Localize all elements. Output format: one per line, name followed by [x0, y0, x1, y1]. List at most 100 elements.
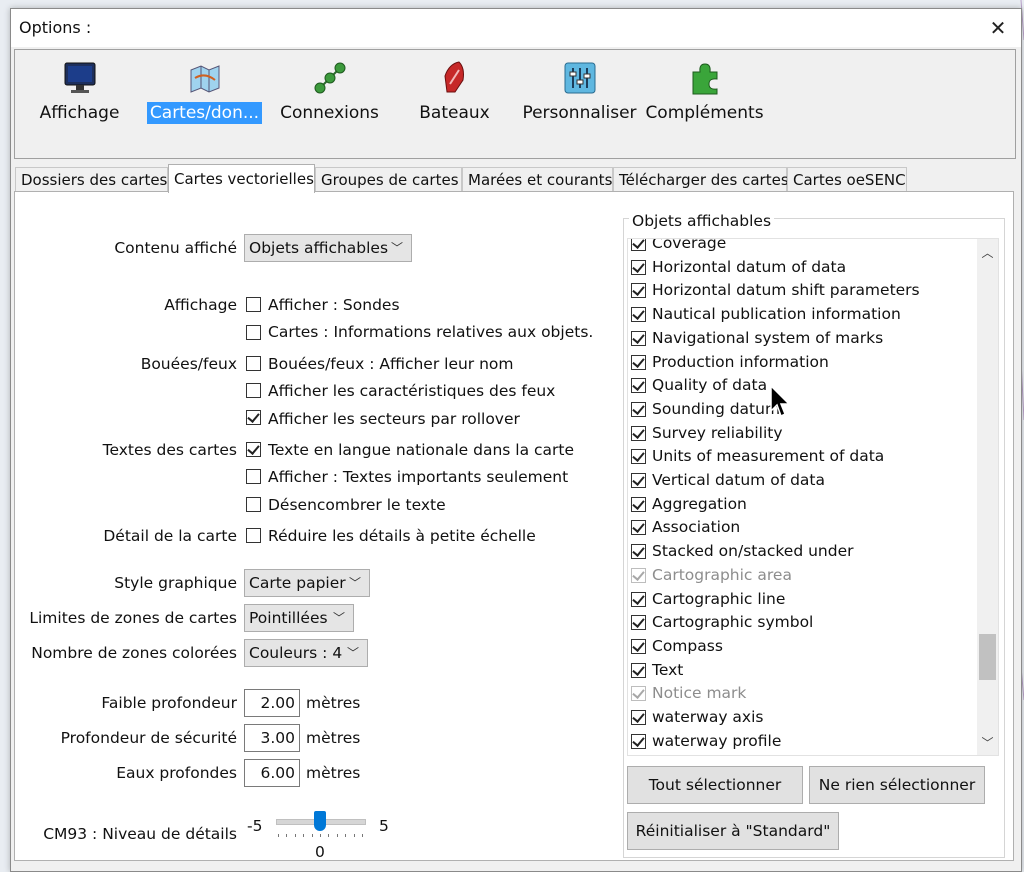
checkbox-infos-objets[interactable] — [246, 325, 261, 340]
list-item-checkbox[interactable] — [631, 401, 646, 417]
list-item-label: Quality of data — [652, 376, 768, 395]
cm93-slider-thumb[interactable] — [314, 811, 326, 831]
slider-tick — [345, 834, 347, 837]
select-all-button[interactable]: Tout sélectionner — [627, 766, 803, 804]
list-item-checkbox[interactable] — [631, 591, 646, 607]
list-item[interactable]: Association — [628, 517, 978, 540]
list-item[interactable]: Coverage — [628, 239, 978, 256]
list-item[interactable]: Cartographic line — [628, 589, 978, 612]
bouees-label: Bouées/feux — [140, 355, 237, 373]
connections-icon — [314, 62, 345, 94]
checkbox-label: Bouées/feux : Afficher leur nom — [268, 355, 514, 373]
list-item-label: Navigational system of marks — [652, 328, 884, 347]
style-select[interactable]: Carte papier ﹀ — [244, 569, 370, 597]
list-item-checkbox[interactable] — [631, 544, 646, 560]
list-item-checkbox[interactable] — [631, 686, 646, 702]
eaux-input[interactable]: 6.00 — [244, 759, 300, 787]
list-item[interactable]: Nautical publication information — [628, 304, 978, 327]
list-item[interactable]: Stacked on/stacked under — [628, 541, 978, 564]
list-item[interactable]: Horizontal datum shift parameters — [628, 280, 978, 303]
list-item[interactable]: Cartographic area — [628, 565, 978, 588]
list-item[interactable]: Text — [628, 660, 978, 683]
chevron-down-icon: ﹀ — [332, 611, 345, 625]
checkbox-sondes[interactable] — [246, 297, 261, 312]
slider-tick — [328, 834, 330, 837]
list-item-checkbox[interactable] — [631, 662, 646, 678]
checkbox-desencombrer[interactable] — [246, 497, 261, 512]
tab-telecharger[interactable]: Télécharger des cartes — [613, 167, 789, 192]
list-item[interactable]: Vertical datum of data — [628, 470, 978, 493]
select-none-button[interactable]: Ne rien sélectionner — [809, 766, 985, 804]
toolbar-item-connexions[interactable]: Connexions — [267, 60, 392, 136]
textes-label: Textes des cartes — [102, 441, 237, 459]
checkbox-bouees-nom[interactable] — [246, 356, 261, 371]
list-item-label: Cartographic line — [652, 589, 786, 608]
securite-input[interactable]: 3.00 — [244, 724, 300, 752]
list-item-checkbox[interactable] — [631, 354, 646, 370]
toolbar-item-complements[interactable]: Compléments — [642, 60, 767, 136]
list-item[interactable]: Survey reliability — [628, 423, 978, 446]
tab-groupes[interactable]: Groupes de cartes — [315, 167, 462, 192]
options-dialog: Options : ✕ Affichage Cartes/don... Conn… — [10, 8, 1022, 872]
toolbar-item-bateaux[interactable]: Bateaux — [392, 60, 517, 136]
list-item-checkbox[interactable] — [631, 567, 646, 583]
close-button[interactable]: ✕ — [975, 9, 1021, 47]
tab-cartes-vectorielles[interactable]: Cartes vectorielles — [168, 164, 315, 193]
checkbox-label: Réduire les détails à petite échelle — [268, 527, 536, 545]
objects-scrollbar[interactable]: ︿ ﹀ — [977, 239, 998, 755]
list-item[interactable]: Cartographic symbol — [628, 612, 978, 635]
toolbar-item-cartes[interactable]: Cartes/don... — [142, 60, 267, 136]
tab-oesenc[interactable]: Cartes oeSENC — [787, 167, 907, 192]
list-item-checkbox[interactable] — [631, 449, 646, 465]
toolbar-item-affichage[interactable]: Affichage — [17, 60, 142, 136]
list-item[interactable]: Navigational system of marks — [628, 328, 978, 351]
list-item-label: Production information — [652, 352, 829, 371]
checkbox-secteurs-rollover[interactable] — [246, 410, 261, 425]
chevron-down-icon[interactable]: ﹀ — [977, 733, 998, 753]
toolbar-item-personnaliser[interactable]: Personnaliser — [517, 60, 642, 136]
list-item[interactable]: waterway profile — [628, 731, 978, 754]
list-item[interactable]: Aggregation — [628, 494, 978, 517]
contenu-select[interactable]: Objets affichables ﹀ — [244, 234, 412, 262]
reset-standard-button[interactable]: Réinitialiser à "Standard" — [627, 812, 839, 850]
list-item[interactable]: waterway axis — [628, 707, 978, 730]
list-item[interactable]: Horizontal datum of data — [628, 257, 978, 280]
list-item-checkbox[interactable] — [631, 710, 646, 725]
checkbox-caracteristiques-feux[interactable] — [246, 383, 261, 398]
faible-input[interactable]: 2.00 — [244, 689, 300, 717]
list-item-checkbox[interactable] — [631, 239, 646, 251]
list-item-checkbox[interactable] — [631, 307, 646, 323]
list-item-checkbox[interactable] — [631, 520, 646, 536]
zones-select[interactable]: Couleurs : 4 ﹀ — [244, 639, 368, 667]
tab-dossiers[interactable]: Dossiers des cartes — [15, 167, 168, 192]
list-item[interactable]: Units of measurement of data — [628, 446, 978, 469]
checkbox-textes-importants[interactable] — [246, 469, 261, 484]
checkbox-reduire-details[interactable] — [246, 528, 261, 543]
list-item[interactable]: Production information — [628, 352, 978, 375]
toolbar-item-label: Connexions — [280, 103, 379, 123]
checkbox-label: Afficher les caractéristiques des feux — [268, 382, 556, 400]
chevron-up-icon[interactable]: ︿ — [977, 243, 998, 263]
list-item-checkbox[interactable] — [631, 473, 646, 488]
list-item[interactable]: Sounding datum — [628, 399, 978, 422]
list-item-label: Aggregation — [652, 494, 747, 513]
list-item-checkbox[interactable] — [631, 615, 646, 631]
list-item-checkbox[interactable] — [631, 425, 646, 441]
scrollbar-thumb[interactable] — [979, 634, 996, 680]
limites-select[interactable]: Pointillées ﹀ — [244, 604, 354, 632]
list-item[interactable]: Quality of data — [628, 375, 978, 398]
list-item-label: Stacked on/stacked under — [652, 542, 854, 561]
list-item-checkbox[interactable] — [631, 496, 646, 512]
list-item-checkbox[interactable] — [631, 733, 646, 749]
list-item-label: Notice mark — [652, 684, 747, 703]
eaux-label: Eaux profondes — [116, 764, 237, 782]
tab-marees[interactable]: Marées et courants — [462, 167, 613, 192]
list-item[interactable]: Compass — [628, 636, 978, 659]
list-item-checkbox[interactable] — [631, 330, 646, 346]
list-item-checkbox[interactable] — [631, 259, 646, 275]
list-item-checkbox[interactable] — [631, 283, 646, 299]
list-item-checkbox[interactable] — [631, 638, 646, 654]
list-item[interactable]: Notice mark — [628, 683, 978, 706]
list-item-checkbox[interactable] — [631, 378, 646, 394]
checkbox-langue-nationale[interactable] — [246, 442, 261, 457]
